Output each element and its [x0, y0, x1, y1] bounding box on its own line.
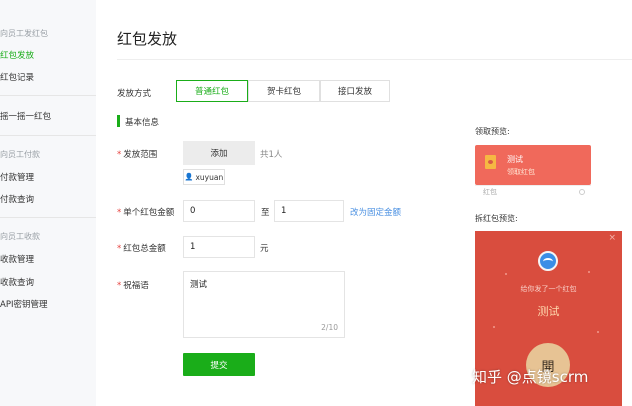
single-amount-max-input[interactable]: 1 [274, 200, 344, 222]
preview-blessing: 测试 [537, 305, 560, 318]
page-title: 红包发放 [117, 30, 178, 48]
decor-dot [588, 271, 590, 273]
tab-card-red-packet[interactable]: 贺卡红包 [248, 80, 320, 102]
decor-dot [597, 331, 599, 333]
title-divider [117, 59, 632, 60]
decor-dot [493, 326, 495, 328]
recipient-tag[interactable]: 👤 xuyuan [183, 169, 225, 185]
blessing-char-counter: 2/10 [321, 323, 338, 332]
scope-label: * 发放范围 [117, 150, 158, 160]
section-title: 基本信息 [125, 118, 160, 128]
sidebar: 向员工发红包 红包发放 红包记录 摇一摇一红包 向员工付款 付款管理 付款查询 … [0, 0, 96, 406]
sidebar-divider [0, 217, 96, 218]
sidebar-group-payment: 向员工付款 [0, 150, 40, 159]
receive-card-footer: 红包 [475, 185, 591, 197]
sidebar-group-red-packet: 向员工发红包 [0, 29, 48, 38]
receive-preview-card: 测试 领取红包 [475, 145, 591, 185]
recipient-tag-label: xuyuan [195, 172, 224, 182]
sidebar-group-collection: 向员工收款 [0, 232, 40, 241]
sidebar-item-payment-query[interactable]: 付款查询 [0, 193, 34, 205]
sidebar-item-api-key-management[interactable]: API密钥管理 [0, 298, 47, 310]
user-icon: 👤 [184, 173, 194, 181]
mode-label: 发放方式 [117, 89, 152, 99]
sender-message: 给你发了一个红包 [520, 285, 577, 293]
sidebar-item-collection-query[interactable]: 收款查询 [0, 276, 34, 288]
recipient-count: 共1人 [260, 150, 283, 160]
sidebar-item-collection-management[interactable]: 收款管理 [0, 253, 34, 265]
receive-card-title: 测试 [507, 155, 523, 164]
blessing-text: 测试 [190, 280, 208, 290]
mode-tabs: 普通红包 贺卡红包 接口发放 [176, 80, 390, 102]
blessing-textarea[interactable]: 测试 2/10 [183, 271, 345, 338]
tab-api-send[interactable]: 接口发放 [320, 80, 390, 102]
sidebar-item-send-red-packet[interactable]: 红包发放 [0, 49, 34, 61]
watermark: 知乎 @点镜scrm [472, 368, 589, 386]
sidebar-divider [0, 95, 96, 96]
decor-dot [505, 273, 507, 275]
tab-normal-red-packet[interactable]: 普通红包 [176, 80, 248, 102]
receive-card-footer-label: 红包 [483, 188, 497, 196]
red-envelope-icon [485, 155, 496, 169]
receive-preview-label: 领取预览: [475, 127, 510, 136]
sidebar-item-shake[interactable]: 摇一摇一红包 [0, 110, 51, 122]
footer-circle-icon [579, 189, 585, 195]
add-recipient-button[interactable]: 添加 [183, 141, 255, 165]
total-amount-input[interactable]: 1 [183, 236, 255, 258]
total-amount-unit: 元 [260, 244, 269, 254]
close-icon: × [608, 233, 616, 243]
app-root: 向员工发红包 红包发放 红包记录 摇一摇一红包 向员工付款 付款管理 付款查询 … [0, 0, 632, 406]
sidebar-item-red-packet-records[interactable]: 红包记录 [0, 71, 34, 83]
sender-avatar [538, 251, 558, 271]
single-amount-min-input[interactable]: 0 [183, 200, 255, 222]
sidebar-divider [0, 135, 96, 136]
receive-card-subtitle: 领取红包 [507, 168, 535, 176]
submit-button[interactable]: 提交 [183, 353, 255, 376]
open-preview-label: 拆红包预览: [475, 214, 518, 223]
blessing-label: * 祝福语 [117, 281, 149, 291]
sidebar-item-payment-management[interactable]: 付款管理 [0, 171, 34, 183]
total-amount-label: * 红包总金额 [117, 244, 166, 254]
range-separator: 至 [261, 208, 270, 218]
single-amount-label: * 单个红包金额 [117, 208, 175, 218]
section-marker [117, 115, 120, 127]
fixed-amount-link[interactable]: 改为固定金额 [350, 206, 401, 218]
